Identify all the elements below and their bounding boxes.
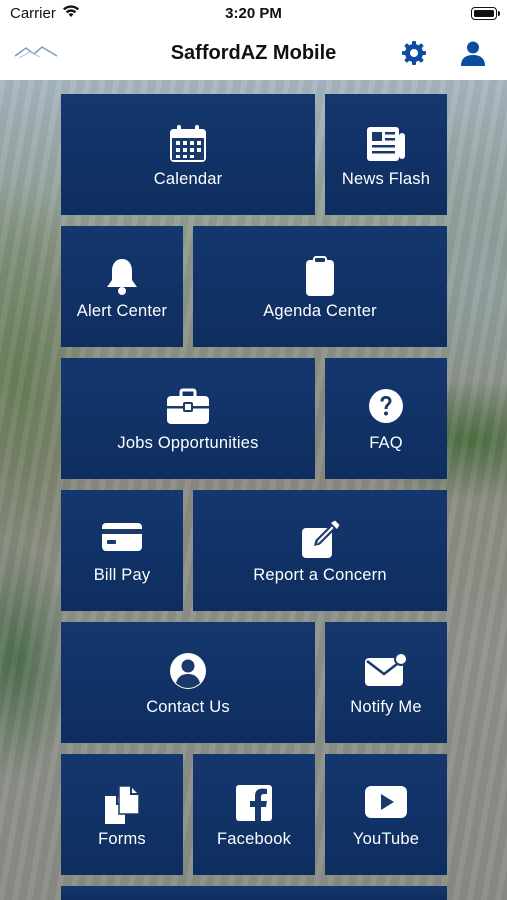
agenda-center-tile[interactable]: Agenda Center <box>193 226 447 347</box>
settings-gear-icon[interactable] <box>400 39 428 72</box>
report-concern-tile[interactable]: Report a Concern <box>193 490 447 611</box>
notify-me-tile[interactable]: Notify Me <box>325 622 447 743</box>
news-flash-label: News Flash <box>341 170 431 188</box>
calendar-tile[interactable]: Calendar <box>61 94 315 215</box>
briefcase-icon <box>166 388 210 431</box>
clock: 3:20 PM <box>225 5 282 22</box>
newspaper-icon <box>365 124 407 169</box>
alert-center-label: Alert Center <box>76 302 168 320</box>
clipboard-icon <box>303 256 337 303</box>
news-flash-tile[interactable]: News Flash <box>325 94 447 215</box>
forms-tile[interactable]: Forms <box>61 754 183 875</box>
contact-us-label: Contact Us <box>146 698 230 716</box>
forms-label: Forms <box>98 830 146 848</box>
bell-icon <box>104 256 140 301</box>
user-profile-icon[interactable] <box>459 39 487 72</box>
agenda-center-label: Agenda Center <box>263 302 377 320</box>
calendar-label: Calendar <box>153 170 223 188</box>
credit-card-icon <box>101 520 143 559</box>
youtube-label: YouTube <box>352 830 420 848</box>
youtube-icon <box>364 784 408 825</box>
question-circle-icon <box>368 388 404 429</box>
faq-label: FAQ <box>369 434 403 452</box>
edit-square-icon <box>300 520 340 565</box>
page-title: SaffordAZ Mobile <box>170 42 337 64</box>
notify-me-label: Notify Me <box>350 698 422 716</box>
status-bar: Carrier 3:20 PM <box>0 0 507 28</box>
battery-icon <box>471 7 500 20</box>
documents-copy-icon <box>103 784 141 831</box>
bill-pay-tile[interactable]: Bill Pay <box>61 490 183 611</box>
mail-notification-icon <box>364 652 408 693</box>
bill-pay-label: Bill Pay <box>93 566 151 584</box>
user-circle-icon <box>169 652 207 695</box>
calendar-icon <box>168 124 208 169</box>
contact-us-tile[interactable]: Contact Us <box>61 622 315 743</box>
next-row-tile-partial[interactable] <box>61 886 447 900</box>
jobs-opportunities-tile[interactable]: Jobs Opportunities <box>61 358 315 479</box>
nav-bar: SaffordAZ Mobile <box>0 28 507 81</box>
facebook-tile[interactable]: Facebook <box>193 754 315 875</box>
facebook-label: Facebook <box>216 830 292 848</box>
facebook-icon <box>235 784 273 827</box>
faq-tile[interactable]: FAQ <box>325 358 447 479</box>
jobs-opportunities-label: Jobs Opportunities <box>117 434 259 452</box>
report-concern-label: Report a Concern <box>253 566 387 584</box>
alert-center-tile[interactable]: Alert Center <box>61 226 183 347</box>
youtube-tile[interactable]: YouTube <box>325 754 447 875</box>
